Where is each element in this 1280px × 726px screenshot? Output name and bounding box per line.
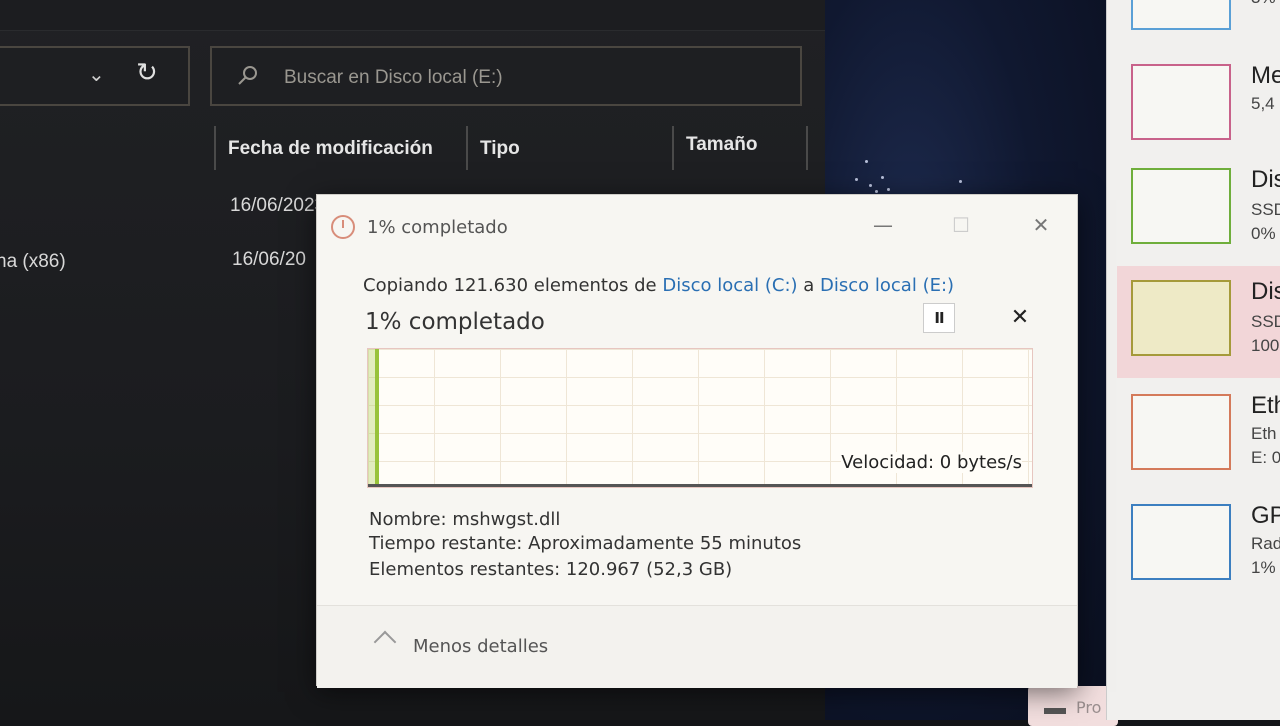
tm-item-gpu[interactable]: GP Rad 1% [1117,496,1280,596]
tm-name: Me [1251,62,1280,89]
items-value: 120.967 (52,3 GB) [565,559,733,580]
dialog-titlebar[interactable]: 1% completado — ☐ ✕ [317,195,1077,255]
tm-item-memory[interactable]: Me 5,4 [1117,56,1280,146]
transfer-speed-graph: Velocidad: 0 bytes/s [367,348,1033,488]
dest-link[interactable]: Disco local (E:) [820,275,954,296]
progress-percent-label: 1% completado [365,309,545,335]
items-label: Elementos restantes: [369,559,561,580]
items-remaining-row: Elementos restantes: 120.967 (52,3 GB) [369,559,732,580]
time-remaining-row: Tiempo restante: Aproximadamente 55 minu… [369,533,801,554]
time-label: Tiempo restante: [369,533,523,554]
chevron-up-icon[interactable] [373,630,397,654]
file-name-row: Nombre: mshwgst.dll [369,509,560,530]
tm-item-disk-e[interactable]: Dis SSD 100 [1117,266,1280,378]
search-placeholder: Buscar en Disco local (E:) [284,67,503,88]
tm-item-disk-c[interactable]: Dis SSD 0% [1117,160,1280,256]
tm-sub: 1% [1251,558,1276,577]
close-button[interactable]: ✕ [1021,207,1061,243]
tm-name: Dis [1251,166,1280,193]
tm-name: Eth [1251,392,1280,419]
name-value: mshwgst.dll [452,509,561,530]
progress-fill [368,349,379,487]
tm-sub: Eth [1251,424,1277,443]
tm-item-ethernet[interactable]: Eth Eth E: 0 [1117,386,1280,486]
cancel-button[interactable]: ✕ [1005,303,1035,333]
column-separator[interactable] [466,126,468,170]
chevron-down-icon[interactable]: ⌄ [88,62,105,86]
pause-button[interactable]: II [923,303,955,333]
dialog-title: 1% completado [367,217,508,238]
column-separator[interactable] [806,126,808,170]
column-header-date[interactable]: Fecha de modificación [228,126,433,172]
copy-description: Copiando 121.630 elementos de Disco loca… [363,275,954,296]
tm-name: Dis [1251,278,1280,305]
search-input[interactable]: Buscar en Disco local (E:) [210,46,802,106]
row-date: 16/06/20 [232,249,306,270]
task-manager-panel: 3% Me 5,4 Dis SSD 0% Dis SSD 100 Eth Eth… [1106,0,1280,720]
clock-icon [331,215,355,239]
tm-name: GP [1251,502,1280,529]
copy-progress-dialog: 1% completado — ☐ ✕ Copiando 121.630 ele… [316,194,1078,688]
explorer-top-strip [0,0,825,31]
tm-thumb [1131,504,1231,580]
address-bar[interactable]: ⌄ ↻ [0,46,190,106]
desc-prefix: Copiando 121.630 elementos de [363,275,663,296]
tm-thumb [1131,64,1231,140]
name-label: Nombre: [369,509,447,530]
tm-thumb [1131,0,1231,30]
tm-sub: SSD [1251,312,1280,331]
minimize-icon [1044,708,1066,714]
tm-sub: 0% [1251,224,1276,243]
source-link[interactable]: Disco local (C:) [662,275,797,296]
column-separator[interactable] [214,126,216,170]
tm-item-cpu[interactable]: 3% [1117,0,1280,42]
search-icon [238,66,257,85]
minimize-button[interactable]: — [863,207,903,243]
tm-thumb [1131,280,1231,356]
tm-sub: SSD [1251,200,1280,219]
tile-label: Pro [1076,698,1102,717]
column-header-size[interactable]: Tamaño [686,122,757,168]
graph-baseline [368,484,1032,487]
tm-thumb [1131,394,1231,470]
row-name[interactable]: na (x86) [0,251,66,273]
tm-sub: Rad [1251,534,1280,553]
tm-sub: 5,4 [1251,94,1275,113]
speed-label: Velocidad: 0 bytes/s [841,452,1022,473]
maximize-button[interactable]: ☐ [941,207,981,243]
dialog-footer: Menos detalles [317,605,1077,688]
tm-sub: 3% [1251,0,1276,10]
column-separator[interactable] [672,126,674,170]
refresh-icon[interactable]: ↻ [136,58,158,88]
tm-thumb [1131,168,1231,244]
time-value: Aproximadamente 55 minutos [528,533,802,554]
less-details-link[interactable]: Menos detalles [413,636,548,657]
tm-sub: 100 [1251,336,1280,355]
tm-sub: E: 0 [1251,448,1280,467]
taskbar-tile[interactable]: Pro [1028,686,1118,726]
column-header-type[interactable]: Tipo [480,126,520,172]
desc-middle: a [797,275,821,296]
